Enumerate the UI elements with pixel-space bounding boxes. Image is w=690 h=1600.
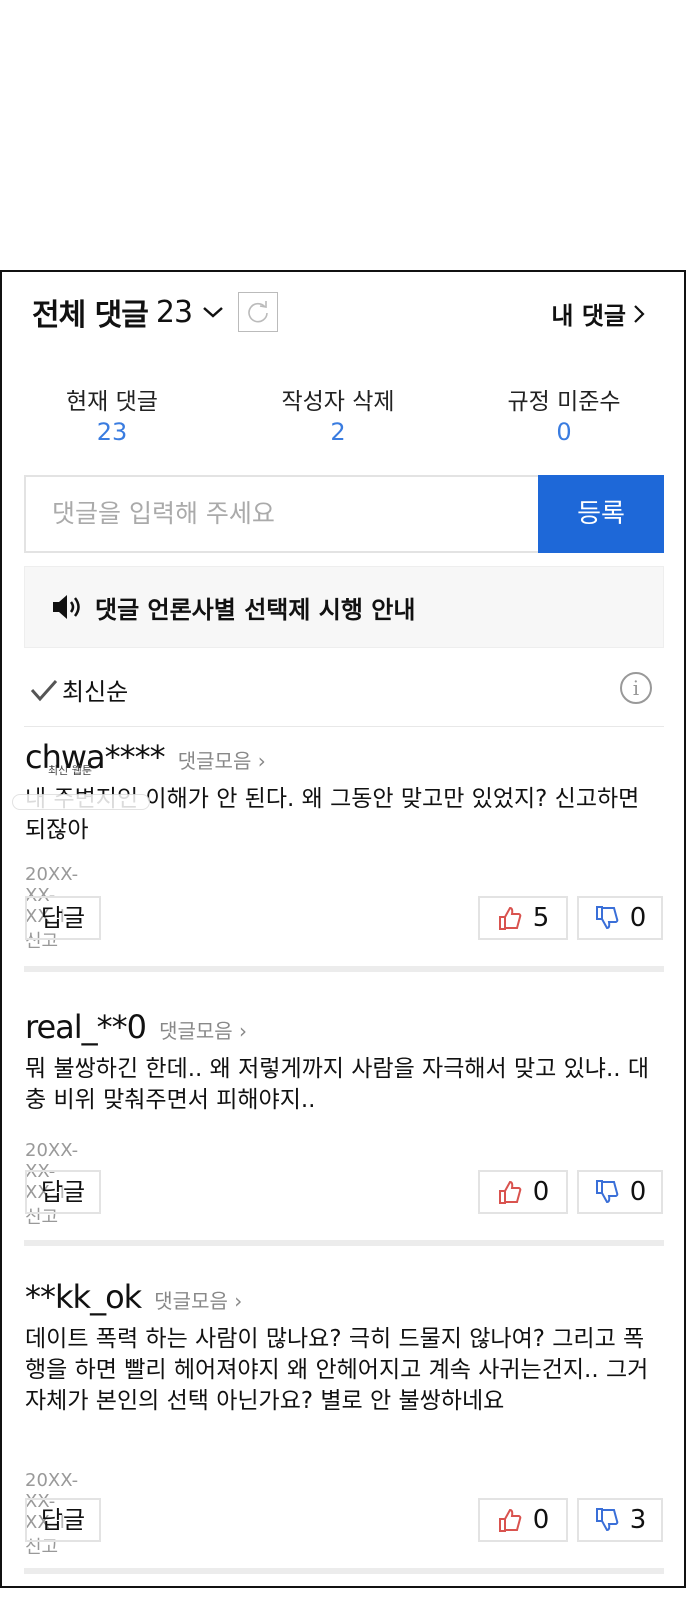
stat-label: 작성자 삭제 xyxy=(281,389,395,415)
sort-latest[interactable]: 최신순 xyxy=(30,672,128,707)
dislike-count: 0 xyxy=(629,1177,647,1207)
reply-button[interactable]: 답글 xyxy=(25,1498,101,1542)
dislike-count: 3 xyxy=(629,1505,647,1535)
my-comments-link[interactable]: 내 댓글 xyxy=(551,296,646,331)
info-icon[interactable]: i xyxy=(620,672,652,704)
stat-violations: 규정 미준수 0 xyxy=(464,382,664,446)
like-button[interactable]: 0 xyxy=(478,1170,568,1214)
comment-item: **kk_ok 댓글모음 › 데이트 폭력 하는 사람이 많나요? 극히 드물지… xyxy=(25,1278,665,1417)
dislike-button[interactable]: 0 xyxy=(577,896,663,940)
comment-input-row: 댓글을 입력해 주세요 등록 xyxy=(24,475,664,553)
stat-value: 23 xyxy=(96,418,128,446)
comment-separator xyxy=(24,966,664,972)
divider xyxy=(24,726,664,727)
speaker-icon xyxy=(53,595,80,619)
reply-button[interactable]: 답글 xyxy=(25,896,101,940)
comment-separator xyxy=(24,1568,664,1574)
check-icon xyxy=(30,679,58,701)
comment-separator xyxy=(24,1240,664,1246)
stat-value: 0 xyxy=(556,418,572,446)
stat-author-deleted: 작성자 삭제 2 xyxy=(238,382,438,446)
comment-body: 데이트 폭력 하는 사람이 많나요? 극히 드물지 않나여? 그리고 폭행을 하… xyxy=(25,1326,649,1414)
stat-label: 현재 댓글 xyxy=(66,389,158,415)
comment-username: **kk_ok xyxy=(25,1278,142,1316)
comments-header: 전체 댓글 23 xyxy=(32,292,279,333)
submit-button[interactable]: 등록 xyxy=(538,475,664,553)
my-comments-label: 내 댓글 xyxy=(551,302,626,330)
comment-body: 뭐 불쌍하긴 한데.. 왜 저렇게까지 사람을 자극해서 맞고 있냐.. 대충 … xyxy=(25,1056,650,1113)
comments-title: 전체 댓글 xyxy=(32,298,149,333)
like-count: 0 xyxy=(532,1177,550,1207)
refresh-button[interactable] xyxy=(238,292,279,332)
dislike-count: 0 xyxy=(629,903,647,933)
stat-label: 규정 미준수 xyxy=(507,389,621,415)
stat-current: 현재 댓글 23 xyxy=(12,382,212,446)
comments-count: 23 xyxy=(155,294,193,330)
comment-collection-link[interactable]: 댓글모음 › xyxy=(159,1019,247,1043)
comment-body: 내 주변지인 이해가 안 된다. 왜 그동안 맞고만 있었지? 신고하면 되잖아 xyxy=(25,786,640,843)
thumbs-up-icon xyxy=(498,1508,522,1532)
comment-input[interactable]: 댓글을 입력해 주세요 xyxy=(24,475,540,553)
comment-item: real_**0 댓글모음 › 뭐 불쌍하긴 한데.. 왜 저렇게까지 사람을 … xyxy=(25,1008,665,1116)
thumbs-down-icon xyxy=(595,1180,619,1204)
chevron-down-icon[interactable] xyxy=(202,301,224,323)
like-count: 0 xyxy=(532,1505,550,1535)
chevron-right-icon xyxy=(634,304,645,323)
comment-item: chwa**** 댓글모음 › 내 주변지인 이해가 안 된다. 왜 그동안 맞… xyxy=(25,738,665,846)
thumbs-up-icon xyxy=(498,906,522,930)
dislike-button[interactable]: 3 xyxy=(577,1498,663,1542)
thumbs-up-icon xyxy=(498,1180,522,1204)
like-count: 5 xyxy=(532,903,550,933)
comment-collection-link[interactable]: 댓글모음 › xyxy=(154,1289,242,1313)
like-button[interactable]: 5 xyxy=(478,896,568,940)
sort-label: 최신순 xyxy=(62,678,129,706)
reply-button[interactable]: 답글 xyxy=(25,1170,101,1214)
comment-collection-link[interactable]: 댓글모음 › xyxy=(178,749,266,773)
thumbs-down-icon xyxy=(595,906,619,930)
dislike-button[interactable]: 0 xyxy=(577,1170,663,1214)
notice-banner[interactable]: 댓글 언론사별 선택제 시행 안내 xyxy=(24,566,664,648)
comment-username: chwa**** xyxy=(25,738,166,776)
stat-value: 2 xyxy=(330,418,346,446)
comment-username: real_**0 xyxy=(25,1008,147,1046)
thumbs-down-icon xyxy=(595,1508,619,1532)
refresh-icon xyxy=(248,301,268,323)
notice-text: 댓글 언론사별 선택제 시행 안내 xyxy=(95,595,416,624)
like-button[interactable]: 0 xyxy=(478,1498,568,1542)
